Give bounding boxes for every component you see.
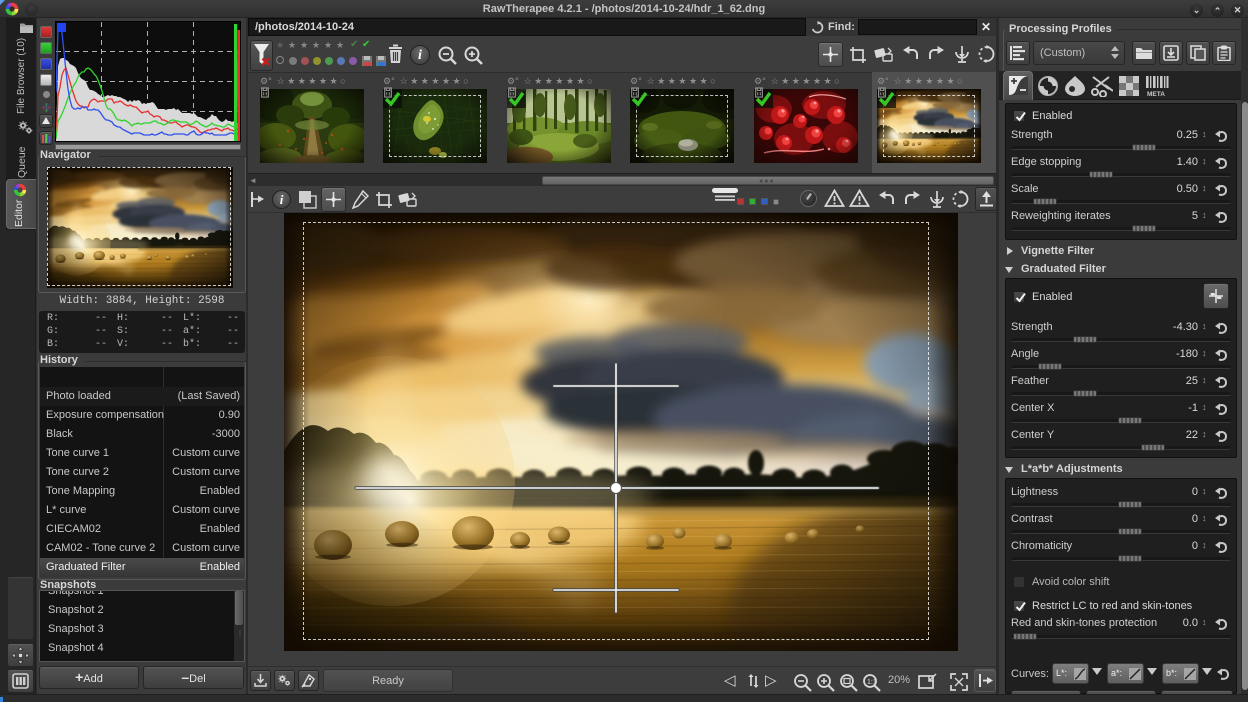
- svg-text:META: META: [1147, 91, 1165, 97]
- svg-text:1:1: 1:1: [867, 679, 877, 686]
